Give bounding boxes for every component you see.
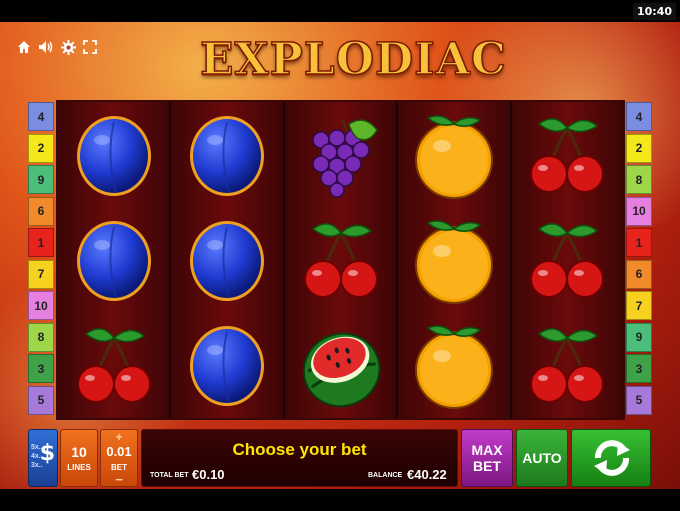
refresh-icon: [594, 440, 630, 476]
payline-right-3: 3: [626, 354, 652, 383]
lines-value: 10: [71, 444, 87, 460]
bet-value: 0.01: [106, 444, 132, 459]
total-bet-value: €0.10: [192, 467, 225, 482]
status-message: Choose your bet: [232, 440, 367, 459]
fullscreen-icon[interactable]: [82, 39, 98, 55]
bet-increase-button[interactable]: +: [101, 430, 137, 444]
max-bet-label: MAX: [471, 442, 503, 458]
grapes-icon: [299, 110, 383, 200]
bottom-bar: [0, 489, 680, 511]
balance-label: BALANCE: [368, 472, 403, 479]
reel-1: [58, 102, 172, 418]
total-bet-label: TOTAL BET: [150, 472, 189, 479]
game-stage: EXPLODIAC 4 2 9 6 1 7 10 8 3 5 4 2 8 10 1 6 7 9 3 5 5x.. 4…: [0, 22, 680, 489]
payline-right-2: 2: [626, 133, 652, 163]
payline-left-2: 2: [28, 133, 54, 163]
control-bar: 5x.. 4x.. 3x.. $ 10 LINES + 0.01 BET − C…: [0, 424, 680, 489]
cherries-icon: [299, 215, 383, 305]
payline-left-4: 4: [28, 102, 54, 131]
payline-left-9: 9: [28, 165, 54, 194]
reel-4: [398, 102, 512, 418]
top-icons: [16, 39, 98, 55]
cherries-icon: [72, 320, 156, 410]
lines-button[interactable]: 10 LINES: [60, 429, 98, 487]
reel-5: [511, 102, 624, 418]
cherries-icon: [525, 320, 609, 410]
cherries-icon: [525, 215, 609, 305]
plum-icon: [72, 110, 156, 200]
payline-right-1: 1: [626, 228, 652, 257]
payline-right-8: 8: [626, 165, 652, 194]
payline-right-9: 9: [626, 322, 652, 352]
payline-right-7: 7: [626, 291, 652, 320]
payline-left-5: 5: [28, 385, 54, 415]
payline-indicators-right: 4 2 8 10 1 6 7 9 3 5: [626, 102, 652, 417]
bet-decrease-button[interactable]: −: [101, 472, 137, 487]
orange-icon: [412, 215, 496, 305]
clock: 10:40: [632, 3, 676, 20]
plum-icon: [185, 320, 269, 410]
spin-button[interactable]: [571, 429, 651, 487]
payline-left-6: 6: [28, 196, 54, 226]
reel-2: [171, 102, 285, 418]
payline-right-10: 10: [626, 196, 652, 226]
payline-left-10: 10: [28, 291, 54, 320]
orange-icon: [412, 320, 496, 410]
balance-value: €40.22: [407, 467, 447, 482]
reel-3: [284, 102, 399, 418]
denomination-button[interactable]: 5x.. 4x.. 3x.. $: [28, 429, 58, 487]
plum-icon: [185, 215, 269, 305]
watermelon-icon: [299, 320, 383, 410]
lines-label: LINES: [67, 463, 91, 472]
payline-right-4: 4: [626, 102, 652, 131]
cherries-icon: [525, 110, 609, 200]
reels-area: [56, 100, 625, 420]
info-panel: Choose your bet TOTAL BET €0.10 BALANCE …: [141, 429, 458, 487]
payline-left-1: 1: [28, 228, 54, 257]
dollar-icon: $: [39, 441, 55, 466]
payline-right-5: 5: [626, 385, 652, 415]
plum-icon: [185, 110, 269, 200]
game-logo: EXPLODIAC: [199, 33, 507, 86]
payline-left-8: 8: [28, 322, 54, 352]
gear-icon[interactable]: [60, 39, 76, 55]
payline-indicators-left: 4 2 9 6 1 7 10 8 3 5: [28, 102, 54, 417]
status-bar: 10:40: [0, 0, 680, 22]
payline-left-7: 7: [28, 259, 54, 289]
bet-label: BET: [111, 463, 127, 472]
bet-button[interactable]: + 0.01 BET −: [100, 429, 138, 487]
autoplay-button[interactable]: AUTO: [516, 429, 568, 487]
payline-left-3: 3: [28, 354, 54, 383]
home-icon[interactable]: [16, 39, 32, 55]
payline-right-6: 6: [626, 259, 652, 289]
plum-icon: [72, 215, 156, 305]
speaker-icon[interactable]: [38, 39, 54, 55]
max-bet-button[interactable]: MAX BET: [461, 429, 513, 487]
max-bet-label: BET: [473, 458, 501, 474]
orange-icon: [412, 110, 496, 200]
